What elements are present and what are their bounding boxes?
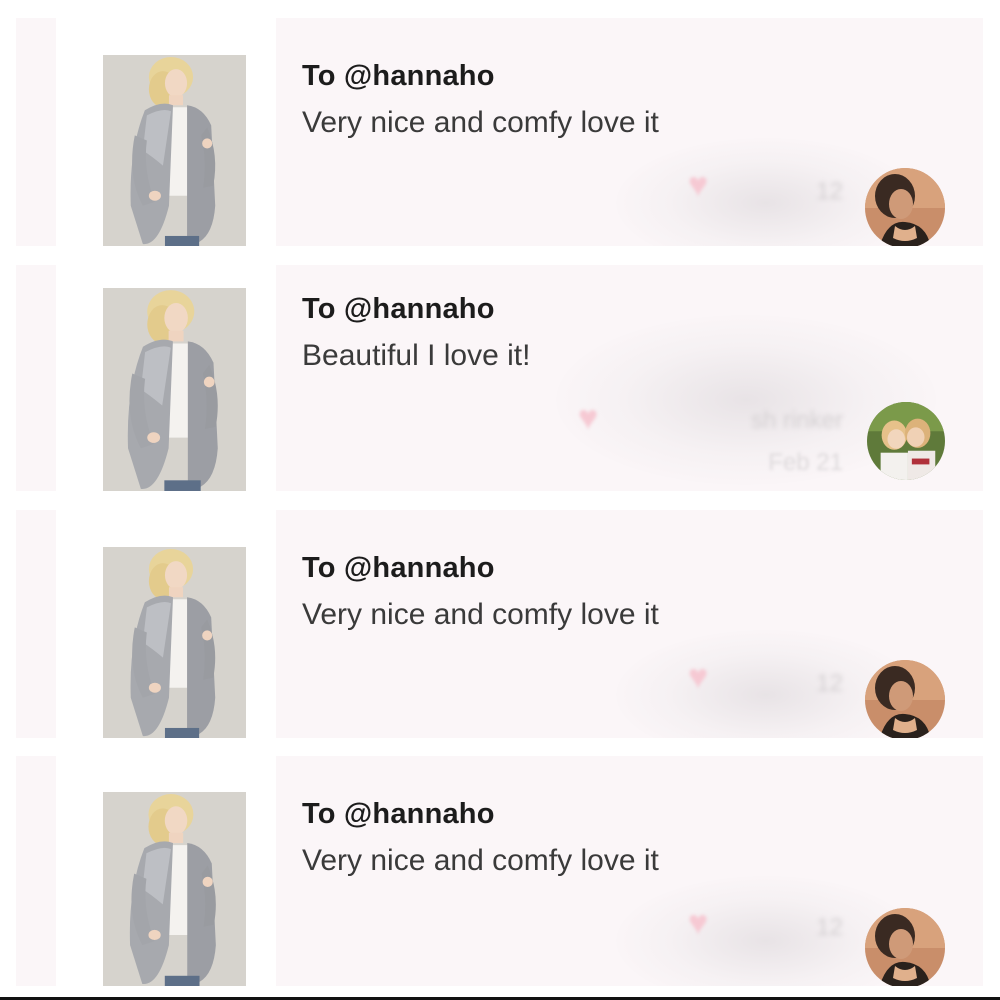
- heart-icon[interactable]: ♥: [688, 906, 708, 940]
- review-message: Very nice and comfy love it: [302, 598, 659, 631]
- review-card[interactable]: To @hannaho Very nice and comfy love it …: [16, 510, 983, 738]
- review-date: Feb 21: [768, 449, 843, 476]
- reviewer-name: 12: [816, 178, 843, 205]
- review-recipient: To @hannaho: [302, 798, 495, 830]
- product-thumbnail-frame: [56, 510, 276, 738]
- product-thumbnail-frame: [56, 265, 276, 491]
- product-image[interactable]: [103, 547, 246, 738]
- product-thumbnail-frame: [56, 756, 276, 986]
- reviewer-name: 12: [816, 914, 843, 941]
- product-image[interactable]: [103, 288, 246, 491]
- review-card[interactable]: To @hannaho Very nice and comfy love it …: [16, 18, 983, 246]
- product-image[interactable]: [103, 55, 246, 246]
- review-message: Very nice and comfy love it: [302, 106, 659, 139]
- review-card[interactable]: To @hannaho Very nice and comfy love it …: [16, 756, 983, 986]
- reviewer-name: sh rinker: [750, 407, 843, 434]
- review-recipient: To @hannaho: [302, 552, 495, 584]
- product-image[interactable]: [103, 792, 246, 986]
- review-message: Very nice and comfy love it: [302, 844, 659, 877]
- review-message: Beautiful I love it!: [302, 339, 531, 372]
- heart-icon[interactable]: ♥: [578, 401, 598, 435]
- product-thumbnail-frame: [56, 18, 276, 246]
- reviewer-avatar[interactable]: [865, 168, 945, 246]
- reviewer-avatar[interactable]: [865, 660, 945, 738]
- reviewer-avatar[interactable]: [865, 908, 945, 986]
- review-recipient: To @hannaho: [302, 60, 495, 92]
- reviewer-name: 12: [816, 670, 843, 697]
- heart-icon[interactable]: ♥: [688, 660, 708, 694]
- heart-icon[interactable]: ♥: [688, 168, 708, 202]
- review-recipient: To @hannaho: [302, 293, 495, 325]
- review-card[interactable]: To @hannaho Beautiful I love it! ♥ sh ri…: [16, 265, 983, 491]
- reviewer-avatar[interactable]: [867, 402, 945, 480]
